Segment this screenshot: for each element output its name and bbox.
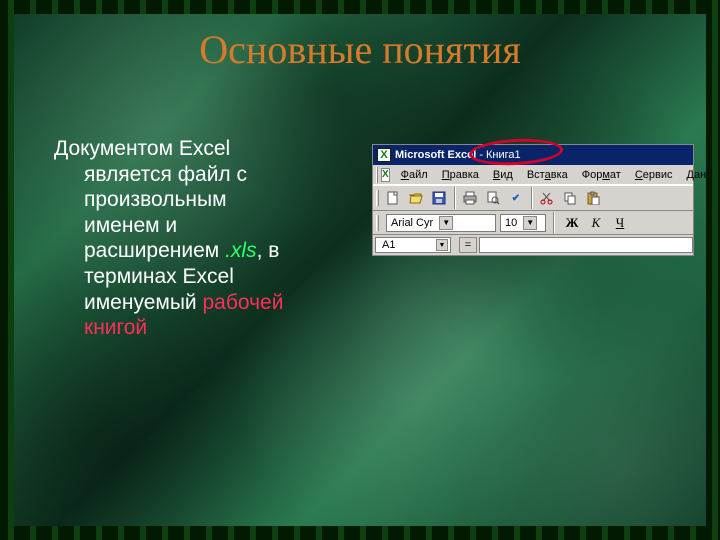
preview-icon[interactable] — [482, 187, 504, 209]
slide: Основные понятия Документом Excel являет… — [14, 14, 706, 526]
body-line: именуемый — [84, 291, 202, 314]
file-extension: .xls — [225, 239, 257, 262]
name-box[interactable]: A1 ▼ — [375, 237, 451, 253]
separator — [531, 187, 533, 209]
separator — [454, 187, 456, 209]
formula-bar: A1 ▼ = — [373, 235, 693, 255]
formula-input[interactable] — [479, 237, 693, 253]
chevron-down-icon: ▼ — [523, 216, 537, 230]
open-icon[interactable] — [405, 187, 427, 209]
equals-button[interactable]: = — [459, 237, 477, 253]
chevron-down-icon: ▼ — [436, 239, 448, 251]
slide-title: Основные понятия — [14, 26, 706, 73]
cell-ref: A1 — [382, 239, 395, 251]
format-toolbar: Arial Cyr ▼ 10 ▼ Ж К Ч — [373, 211, 693, 235]
excel-app-icon: X — [377, 148, 391, 162]
bold-button[interactable]: Ж — [562, 214, 582, 232]
body-line: Документом Excel — [54, 137, 230, 160]
body-line: произвольным — [84, 188, 227, 211]
save-icon[interactable] — [428, 187, 450, 209]
app-name: Microsoft Excel — [395, 149, 476, 161]
new-doc-icon[interactable] — [382, 187, 404, 209]
italic-button[interactable]: К — [586, 214, 606, 232]
body-text: Документом Excel является файл с произво… — [54, 136, 354, 341]
menu-file[interactable]: Файл — [394, 167, 435, 183]
menu-data[interactable]: Дан — [680, 167, 714, 183]
body-line: расширением — [84, 239, 225, 262]
document-name: Книга1 — [486, 149, 521, 161]
grip-handle — [376, 190, 379, 206]
paste-icon[interactable] — [582, 187, 604, 209]
menu-edit[interactable]: Правка — [435, 167, 486, 183]
body-line: является файл с — [84, 163, 247, 186]
grip-handle — [376, 167, 378, 183]
term-highlight: книгой — [84, 316, 147, 339]
title-sep: - — [476, 149, 486, 161]
menu-tools[interactable]: Сервис — [628, 167, 680, 183]
standard-toolbar: ✔ — [373, 185, 693, 211]
separator — [553, 212, 555, 234]
term-highlight: рабочей — [202, 291, 283, 314]
body-line: именем и — [84, 214, 177, 237]
excel-screenshot: X Microsoft Excel - Книга1 X Файл Правка… — [372, 144, 694, 256]
spell-icon[interactable]: ✔ — [505, 187, 527, 209]
font-size-combo[interactable]: 10 ▼ — [500, 214, 546, 232]
menu-view[interactable]: Вид — [486, 167, 520, 183]
copy-icon[interactable] — [559, 187, 581, 209]
excel-doc-icon: X — [381, 168, 390, 182]
menu-format[interactable]: Формат — [575, 167, 628, 183]
menubar: X Файл Правка Вид Вставка Формат Сервис … — [373, 165, 693, 185]
body-line: терминах Excel — [84, 265, 234, 288]
print-icon[interactable] — [459, 187, 481, 209]
slide-frame: Основные понятия Документом Excel являет… — [0, 0, 720, 540]
font-name-value: Arial Cyr — [391, 217, 433, 229]
cut-icon[interactable] — [536, 187, 558, 209]
body-line: , в — [257, 239, 280, 262]
menu-insert[interactable]: Вставка — [520, 167, 575, 183]
chevron-down-icon: ▼ — [439, 216, 453, 230]
font-size-value: 10 — [505, 217, 517, 229]
underline-button[interactable]: Ч — [610, 214, 630, 232]
grip-handle — [376, 215, 379, 231]
font-name-combo[interactable]: Arial Cyr ▼ — [386, 214, 496, 232]
titlebar: X Microsoft Excel - Книга1 — [373, 145, 693, 165]
